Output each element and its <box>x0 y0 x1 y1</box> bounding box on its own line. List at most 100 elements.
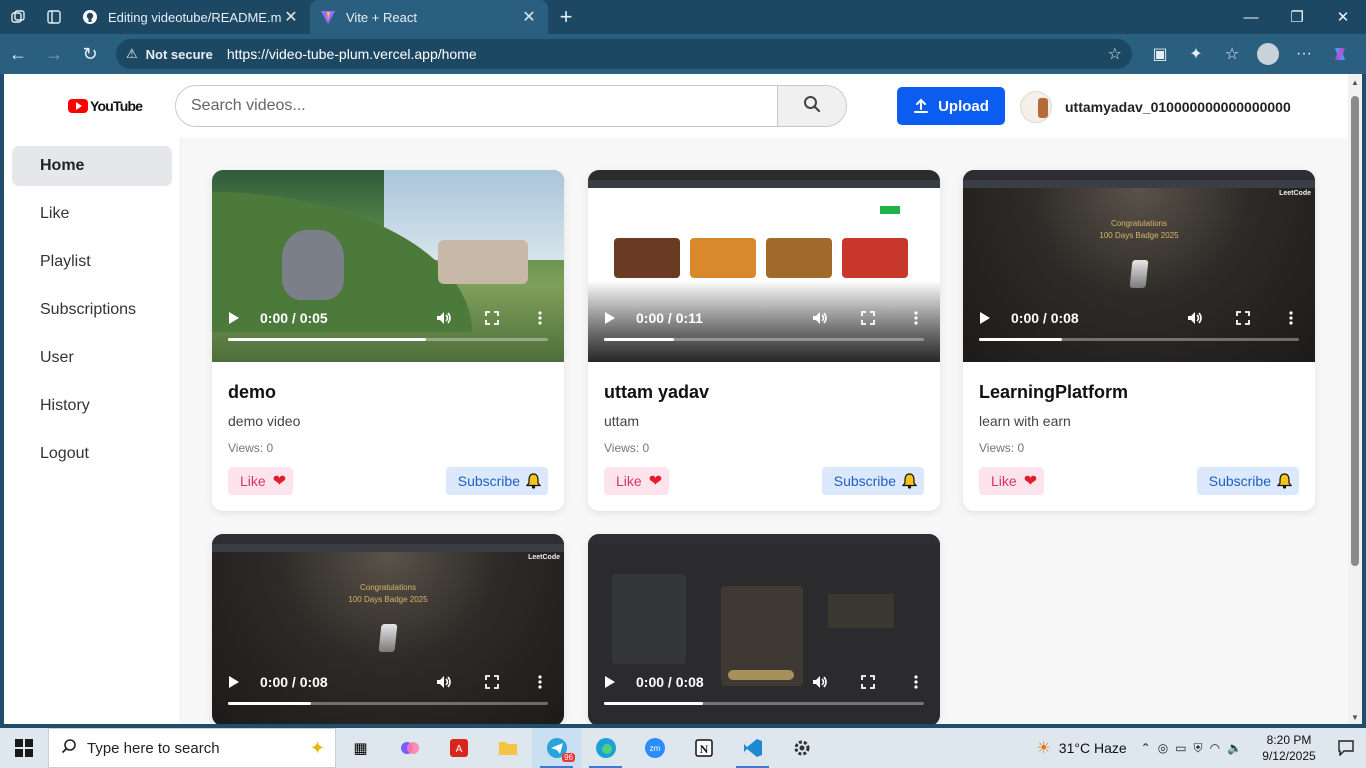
new-tab-icon[interactable]: + <box>548 0 584 34</box>
clock[interactable]: 8:20 PM 9/12/2025 <box>1252 732 1326 764</box>
acrobat-icon[interactable]: A <box>434 728 483 768</box>
site-header: YouTube Upload uttamyadav_01000000000000… <box>4 74 1348 138</box>
video-player[interactable]: LeetCode Congratulations 100 Days Badge 2… <box>212 534 564 724</box>
subscribe-button[interactable]: Subscribe <box>445 467 548 495</box>
video-player[interactable]: LeetCode Congratulations 100 Days Badge 2… <box>963 170 1315 362</box>
youtube-logo[interactable]: YouTube <box>68 98 143 114</box>
progress-bar[interactable] <box>228 338 548 341</box>
like-button[interactable]: Like ❤ <box>228 467 294 495</box>
like-button[interactable]: Like ❤ <box>979 467 1045 495</box>
file-explorer-icon[interactable] <box>483 728 532 768</box>
close-tab-icon[interactable]: ✕ <box>282 7 300 27</box>
sidebar-item-history[interactable]: History <box>12 386 172 426</box>
settings-gear-icon[interactable] <box>777 728 826 768</box>
search-button[interactable] <box>777 86 846 126</box>
page-scrollbar[interactable]: ▲ ▼ <box>1348 74 1362 724</box>
play-icon[interactable] <box>979 311 993 325</box>
back-icon[interactable]: ← <box>0 36 36 72</box>
sidebar-item-user[interactable]: User <box>12 338 172 378</box>
user-profile[interactable]: uttamyadav_010000000000000000 <box>1020 91 1291 123</box>
wifi-icon[interactable]: ◠ <box>1210 741 1220 755</box>
volume-icon[interactable] <box>812 674 828 690</box>
volume-icon[interactable] <box>436 310 452 326</box>
extensions-icon[interactable]: ✦ <box>1178 36 1214 72</box>
sidebar-item-like[interactable]: Like <box>12 194 172 234</box>
more-options-icon[interactable] <box>1283 310 1299 326</box>
scroll-down-icon[interactable]: ▼ <box>1348 713 1362 722</box>
more-options-icon[interactable] <box>532 674 548 690</box>
workspaces-icon[interactable] <box>0 0 36 34</box>
favorite-star-icon[interactable]: ☆ <box>1108 44 1122 64</box>
windows-start-icon[interactable] <box>0 728 48 768</box>
video-title[interactable]: demo <box>228 382 548 403</box>
taskbar-search[interactable]: Type here to search ✦ <box>48 728 336 768</box>
fullscreen-icon[interactable] <box>1235 310 1251 326</box>
copilot-icon[interactable] <box>1322 36 1358 72</box>
play-icon[interactable] <box>604 675 618 689</box>
telegram-icon[interactable]: 96 <box>532 728 581 768</box>
network-adapter-icon[interactable]: ▭ <box>1175 741 1186 755</box>
more-menu-icon[interactable]: ··· <box>1286 36 1322 72</box>
edge-icon[interactable] <box>581 728 630 768</box>
progress-bar[interactable] <box>604 338 924 341</box>
task-view-icon[interactable]: ▦ <box>336 728 385 768</box>
like-button[interactable]: Like ❤ <box>604 467 670 495</box>
volume-icon[interactable] <box>436 674 452 690</box>
refresh-icon[interactable]: ↻ <box>72 36 108 72</box>
meet-icon[interactable]: ◎ <box>1158 741 1168 755</box>
volume-icon[interactable] <box>812 310 828 326</box>
scroll-up-icon[interactable]: ▲ <box>1348 78 1362 87</box>
video-title[interactable]: uttam yadav <box>604 382 924 403</box>
url-bar[interactable]: ⚠ Not secure https://video-tube-plum.ver… <box>116 39 1132 69</box>
more-options-icon[interactable] <box>908 674 924 690</box>
volume-icon[interactable] <box>1187 310 1203 326</box>
sidebar-item-playlist[interactable]: Playlist <box>12 242 172 282</box>
vscode-icon[interactable] <box>728 728 777 768</box>
video-player[interactable]: 0:00 / 0:11 <box>588 170 940 362</box>
video-player[interactable]: 0:00 / 0:08 <box>588 534 940 724</box>
security-shield-icon[interactable]: ⛨ <box>1194 741 1203 756</box>
notifications-icon[interactable] <box>1326 740 1366 756</box>
url-text[interactable]: https://video-tube-plum.vercel.app/home <box>227 46 1108 62</box>
tab-vite-react[interactable]: Vite + React ✕ <box>310 0 548 34</box>
more-options-icon[interactable] <box>908 310 924 326</box>
play-icon[interactable] <box>228 311 242 325</box>
search-input[interactable] <box>176 86 777 126</box>
reader-mode-icon[interactable]: ▣ <box>1142 36 1178 72</box>
progress-bar[interactable] <box>228 702 548 705</box>
restore-icon[interactable]: ❐ <box>1274 0 1320 34</box>
zoom-icon[interactable]: zm <box>630 728 679 768</box>
sidebar-item-subscriptions[interactable]: Subscriptions <box>12 290 172 330</box>
fullscreen-icon[interactable] <box>860 310 876 326</box>
progress-bar[interactable] <box>979 338 1299 341</box>
weather-widget[interactable]: ☀ 31°C Haze <box>1036 738 1126 758</box>
forward-icon[interactable]: → <box>36 36 72 72</box>
volume-icon[interactable]: 🔈 <box>1227 741 1242 755</box>
progress-bar[interactable] <box>604 702 924 705</box>
video-title[interactable]: LearningPlatform <box>979 382 1299 403</box>
fullscreen-icon[interactable] <box>484 310 500 326</box>
fullscreen-icon[interactable] <box>860 674 876 690</box>
sidebar-item-home[interactable]: Home <box>12 146 172 186</box>
video-player[interactable]: 0:00 / 0:05 <box>212 170 564 362</box>
page-viewport: YouTube Upload uttamyadav_01000000000000… <box>4 74 1348 724</box>
sidebar-item-logout[interactable]: Logout <box>12 434 172 474</box>
play-icon[interactable] <box>604 311 618 325</box>
tab-actions-icon[interactable] <box>36 0 72 34</box>
tab-github[interactable]: Editing videotube/README.md at ✕ <box>72 0 310 34</box>
upload-button[interactable]: Upload <box>897 87 1005 125</box>
close-window-icon[interactable]: ✕ <box>1320 0 1366 34</box>
fullscreen-icon[interactable] <box>484 674 500 690</box>
profile-icon[interactable] <box>1250 36 1286 72</box>
copilot-app-icon[interactable] <box>385 728 434 768</box>
play-icon[interactable] <box>228 675 242 689</box>
scrollbar-thumb[interactable] <box>1351 96 1359 566</box>
more-options-icon[interactable] <box>532 310 548 326</box>
subscribe-button[interactable]: Subscribe <box>1196 467 1299 495</box>
subscribe-button[interactable]: Subscribe <box>821 467 924 495</box>
favorites-icon[interactable]: ☆ <box>1214 36 1250 72</box>
show-hidden-icons[interactable]: ⌃ <box>1141 741 1151 755</box>
minimize-icon[interactable]: — <box>1228 0 1274 34</box>
notion-icon[interactable]: N <box>679 728 728 768</box>
close-tab-icon[interactable]: ✕ <box>520 7 538 27</box>
